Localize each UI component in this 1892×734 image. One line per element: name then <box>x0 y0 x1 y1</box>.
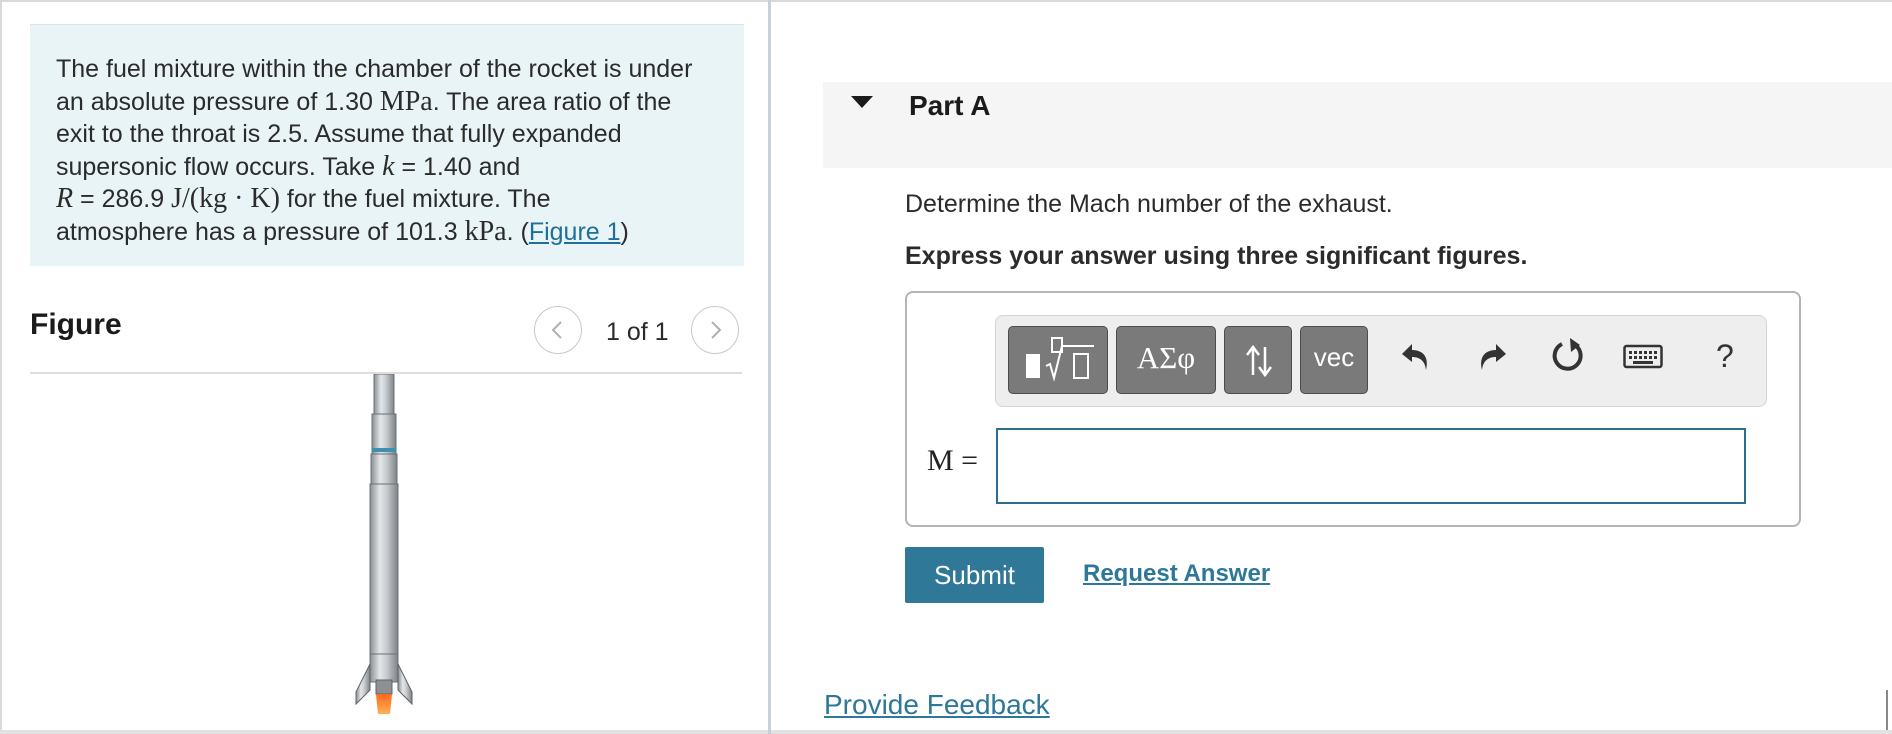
templates-icon <box>1026 337 1094 382</box>
chevron-left-icon <box>551 321 562 339</box>
problem-line: exit to the throat is 2.5. Assume that f… <box>56 120 622 148</box>
vector-button[interactable]: vec <box>1300 326 1368 394</box>
problem-line: an absolute pressure of 1.30 <box>56 87 380 116</box>
problem-line: = 286.9 <box>73 185 172 213</box>
question-text: Determine the Mach number of the exhaust… <box>905 190 1393 218</box>
figure-count: 1 of 1 <box>606 318 669 346</box>
scroll-edge <box>1886 690 1888 730</box>
window-top-border <box>0 0 1892 2</box>
problem-line: . ( <box>506 217 529 246</box>
problem-line: = 1.40 and <box>394 152 521 181</box>
variable-r: R <box>56 183 74 214</box>
problem-line: supersonic flow occurs. Take <box>56 152 383 181</box>
undo-icon[interactable] <box>1398 338 1434 374</box>
problem-line: The fuel mixture within the chamber of t… <box>56 55 693 83</box>
greek-letters-button[interactable]: ΑΣφ <box>1116 326 1216 394</box>
unit-kpa: kPa <box>464 215 507 247</box>
answer-input[interactable] <box>996 428 1746 504</box>
help-icon[interactable]: ? <box>1716 338 1734 375</box>
submit-button[interactable]: Submit <box>905 547 1044 603</box>
chevron-right-icon <box>711 321 722 339</box>
variable-k: k <box>382 150 395 182</box>
previous-figure-button[interactable] <box>534 306 582 354</box>
reset-icon[interactable] <box>1550 336 1588 376</box>
templates-button[interactable] <box>1008 326 1108 394</box>
problem-line: ) <box>620 217 629 246</box>
rocket-image <box>355 374 413 714</box>
arrows-icon <box>1246 344 1272 378</box>
answer-box: ΑΣφ vec ? M = <box>905 291 1801 527</box>
answer-label: M = <box>927 444 979 477</box>
problem-line: atmosphere has a pressure of 101.3 <box>56 217 465 246</box>
request-answer-link[interactable]: Request Answer <box>1083 560 1270 588</box>
provide-feedback-link[interactable]: Provide Feedback <box>824 689 1050 721</box>
figure-link[interactable]: Figure 1 <box>529 218 621 246</box>
part-title: Part A <box>909 90 991 121</box>
arrows-button[interactable] <box>1224 326 1292 394</box>
figure-pager: 1 of 1 <box>534 306 744 356</box>
unit-mpa: MPa <box>379 85 433 117</box>
redo-icon[interactable] <box>1474 338 1510 374</box>
answer-instruction: Express your answer using three signific… <box>905 242 1528 270</box>
figure-heading: Figure <box>30 308 122 341</box>
next-figure-button[interactable] <box>691 306 739 354</box>
unit-j-per-kg-k: J/(kg · K) <box>171 183 280 214</box>
collapse-triangle-icon <box>851 96 873 108</box>
part-a-header[interactable]: Part A <box>823 82 1892 168</box>
window-left-border <box>0 0 2 734</box>
window-bottom-border <box>0 730 1892 734</box>
keyboard-icon[interactable] <box>1623 342 1663 370</box>
problem-line: for the fuel mixture. The <box>279 185 551 213</box>
problem-statement: The fuel mixture within the chamber of t… <box>30 24 744 266</box>
problem-line: . The area ratio of the <box>432 87 672 116</box>
pane-divider[interactable] <box>768 0 771 734</box>
math-toolbar: ΑΣφ vec ? <box>995 315 1767 407</box>
